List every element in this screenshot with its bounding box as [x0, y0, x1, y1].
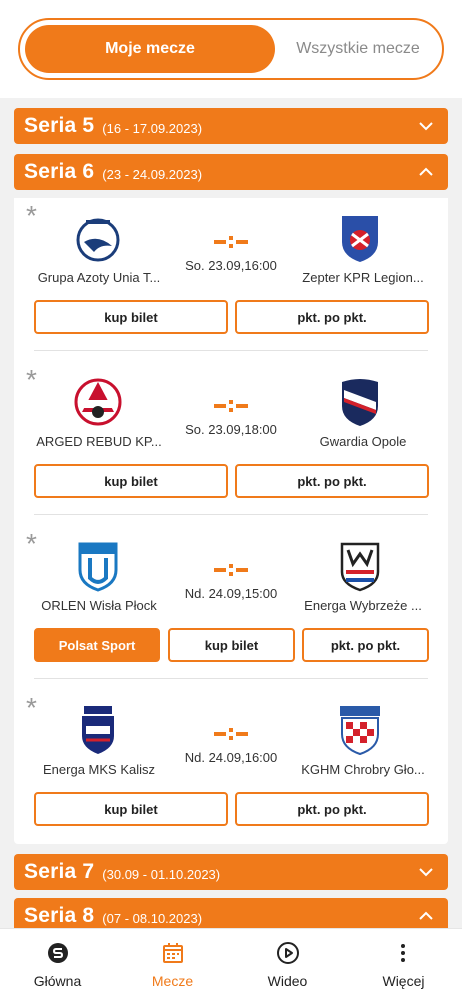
- away-team-name: KGHM Chrobry Gło...: [301, 762, 425, 777]
- match-card: * Grupa Azoty Unia T... So. 23.09,16:00 …: [14, 200, 448, 364]
- nav-item-video[interactable]: Wideo: [230, 929, 345, 1000]
- point-by-point-button[interactable]: pkt. po pkt.: [302, 628, 429, 662]
- divider: [34, 514, 428, 515]
- nav-item-more[interactable]: Więcej: [345, 929, 462, 1000]
- match-card: * ARGED REBUD KP... So. 23.09,18:00 Gwar…: [14, 364, 448, 528]
- point-by-point-button[interactable]: pkt. po pkt.: [235, 792, 429, 826]
- series-6-matches: * Grupa Azoty Unia T... So. 23.09,16:00 …: [14, 198, 448, 844]
- team-logo-unia-tarnow: [76, 218, 120, 262]
- series-header-7[interactable]: Seria 7 (30.09 - 01.10.2023): [14, 854, 448, 890]
- series-header-6[interactable]: Seria 6 (23 - 24.09.2023): [14, 154, 448, 190]
- match-card: * Energa MKS Kalisz Nd. 24.09,16:00 KGHM…: [14, 692, 448, 856]
- score-placeholder-icon: [214, 236, 248, 248]
- team-logo-mks-kalisz: [82, 706, 114, 754]
- score-placeholder-icon: [214, 728, 248, 740]
- series-name: Seria 6: [24, 160, 95, 183]
- buy-ticket-button[interactable]: kup bilet: [34, 792, 228, 826]
- series-name: Seria 8: [24, 904, 95, 927]
- buy-ticket-button[interactable]: kup bilet: [34, 464, 228, 498]
- series-header-8[interactable]: Seria 8 (07 - 08.10.2023): [14, 898, 448, 928]
- series-name: Seria 7: [24, 860, 95, 883]
- home-team-name: Grupa Azoty Unia T...: [37, 270, 161, 285]
- favorite-star-icon[interactable]: *: [26, 366, 37, 394]
- team-logo-gwardia-opole: [342, 379, 378, 426]
- buy-ticket-button[interactable]: kup bilet: [34, 300, 228, 334]
- chevron-down-icon: [419, 868, 433, 877]
- score-placeholder-icon: [214, 400, 248, 412]
- nav-item-matches[interactable]: Mecze: [115, 929, 230, 1000]
- team-logo-ostrovia: [74, 378, 122, 426]
- chevron-up-icon: [419, 911, 433, 920]
- home-team-name: ARGED REBUD KP...: [36, 434, 162, 449]
- match-card: * ORLEN Wisła Płock Nd. 24.09,15:00 Ener…: [14, 528, 448, 692]
- favorite-star-icon[interactable]: *: [26, 202, 37, 230]
- favorite-star-icon[interactable]: *: [26, 530, 37, 558]
- divider: [34, 350, 428, 351]
- team-logo-kpr-legionowo: [342, 216, 378, 262]
- away-team-name: Gwardia Opole: [319, 434, 407, 449]
- point-by-point-button[interactable]: pkt. po pkt.: [235, 300, 429, 334]
- schedule-list: Seria 5 (16 - 17.09.2023) Seria 6 (23 - …: [0, 98, 462, 928]
- series-dates: (07 - 08.10.2023): [102, 910, 203, 926]
- chevron-down-icon: [419, 122, 433, 131]
- chevron-up-icon: [419, 167, 433, 176]
- point-by-point-button[interactable]: pkt. po pkt.: [235, 464, 429, 498]
- buy-ticket-button[interactable]: kup bilet: [168, 628, 295, 662]
- divider: [34, 678, 428, 679]
- series-name: Seria 5: [24, 114, 95, 137]
- series-dates: (30.09 - 01.10.2023): [102, 866, 221, 882]
- nav-label: Główna: [33, 973, 82, 989]
- nav-label: Mecze: [151, 973, 194, 989]
- team-logo-energa-wybrzeze: [340, 542, 380, 592]
- tab-my-matches[interactable]: Moje mecze: [25, 25, 275, 73]
- nav-label: Wideo: [267, 973, 308, 989]
- home-team-name: Energa MKS Kalisz: [43, 762, 155, 777]
- top-bar: Moje mecze Wszystkie mecze: [0, 0, 462, 98]
- calendar-icon: [163, 943, 183, 963]
- score-placeholder-icon: [214, 564, 248, 576]
- play-icon: [277, 942, 299, 964]
- tab-all-matches[interactable]: Wszystkie mecze: [276, 25, 440, 73]
- bottom-navigation: Główna Mecze Wideo Więcej: [0, 928, 462, 1000]
- home-logo-icon: [48, 943, 68, 963]
- more-vertical-icon: [401, 944, 405, 962]
- home-team-name: ORLEN Wisła Płock: [41, 598, 157, 613]
- series-header-5[interactable]: Seria 5 (16 - 17.09.2023): [14, 108, 448, 144]
- tv-broadcast-button[interactable]: Polsat Sport: [34, 628, 160, 662]
- series-dates: (16 - 17.09.2023): [102, 120, 203, 136]
- team-logo-wisla-plock: [78, 542, 118, 592]
- series-dates: (23 - 24.09.2023): [102, 166, 203, 182]
- nav-item-home[interactable]: Główna: [0, 929, 115, 1000]
- favorite-star-icon[interactable]: *: [26, 694, 37, 722]
- team-logo-chrobry-glogow: [340, 706, 380, 756]
- away-team-name: Zepter KPR Legion...: [302, 270, 424, 285]
- matches-filter-toggle: Moje mecze Wszystkie mecze: [18, 18, 444, 80]
- away-team-name: Energa Wybrzeże ...: [304, 598, 422, 613]
- nav-label: Więcej: [382, 973, 425, 989]
